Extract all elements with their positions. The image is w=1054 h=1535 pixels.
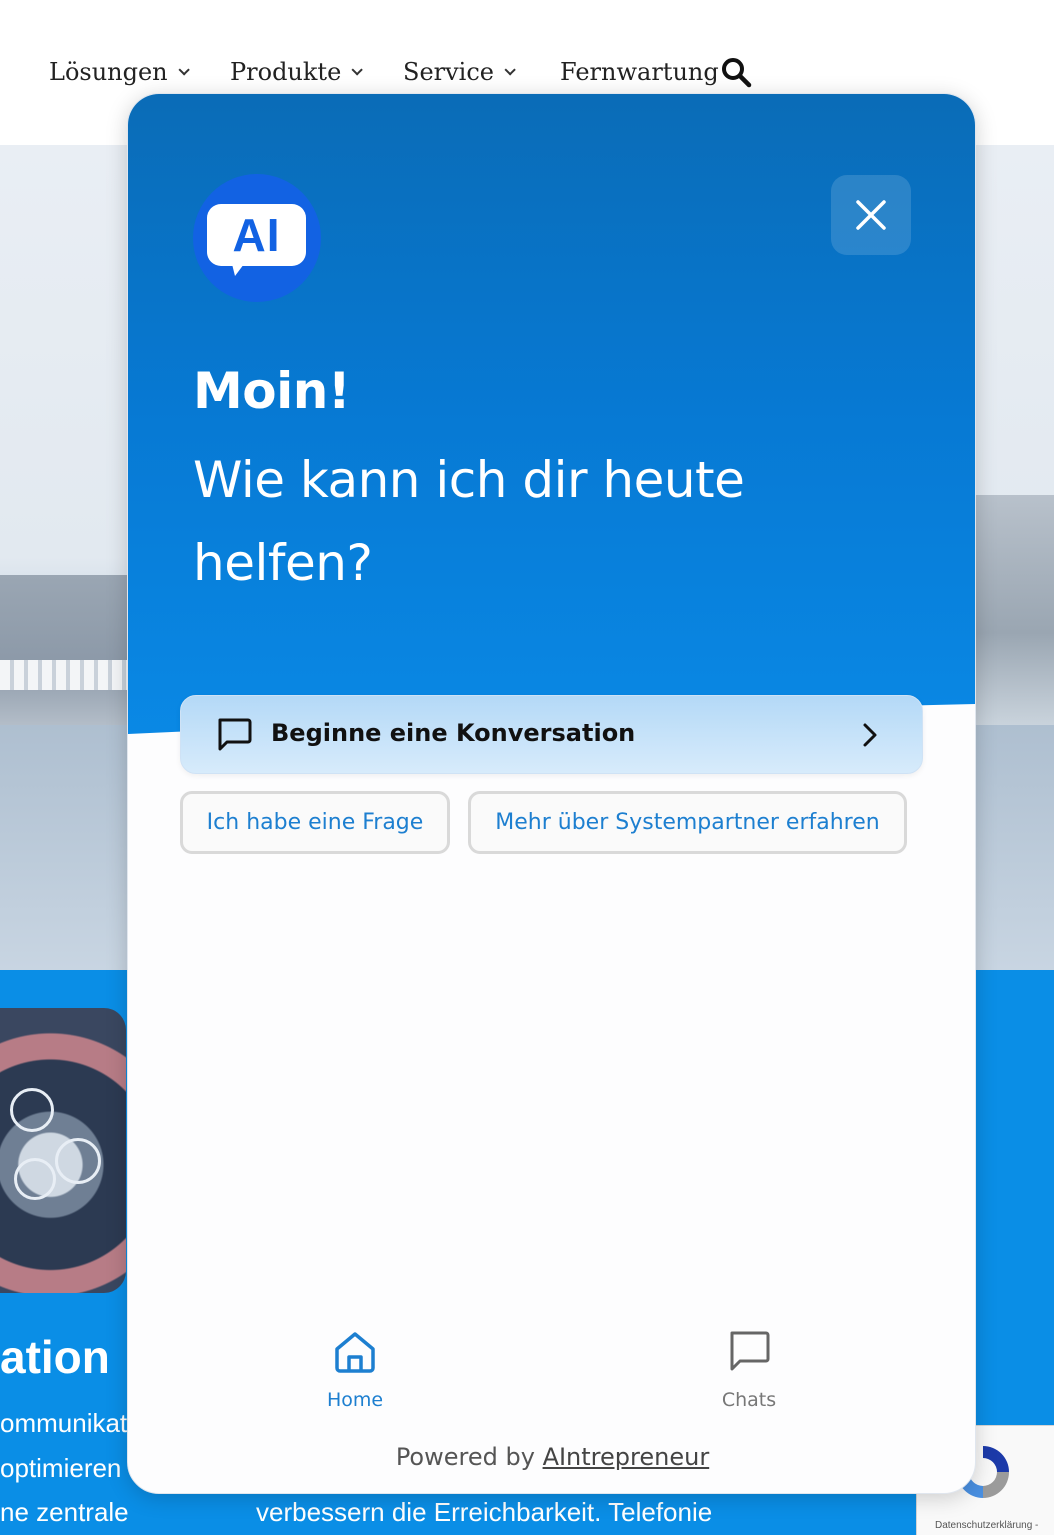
tab-home-label: Home (326, 1389, 384, 1411)
ai-logo-text: AI (232, 209, 281, 261)
nav-item-produkte[interactable]: Produkte (230, 54, 364, 90)
hero-water-right (975, 725, 1054, 970)
section-photo (0, 1008, 126, 1293)
tab-chats-label: Chats (721, 1389, 777, 1411)
chevron-down-icon (504, 64, 516, 76)
quick-reply-systempartner[interactable]: Mehr über Systempartner erfahren (468, 791, 907, 854)
section-heading: ation (0, 1331, 110, 1383)
powered-by-prefix: Powered by (395, 1443, 535, 1471)
tab-chats[interactable]: Chats (689, 1329, 809, 1419)
chat-icon (730, 1331, 770, 1371)
nav-item-label: Service (403, 58, 494, 86)
ai-logo-bubble: AI (207, 204, 306, 266)
hero-water-left (0, 725, 130, 970)
start-conversation-label: Beginne eine Konversation (271, 719, 636, 747)
nav-item-label: Produkte (230, 58, 342, 86)
hero-tents (0, 660, 130, 690)
greeting-subtitle: Wie kann ich dir heute helfen? (193, 451, 745, 592)
gear-icon (10, 1088, 54, 1132)
recaptcha-footer[interactable]: Datenschutzerklärung - (935, 1520, 1038, 1531)
nav-item-service[interactable]: Service (403, 54, 516, 90)
quick-reply-question[interactable]: Ich habe eine Frage (180, 791, 450, 854)
greeting-title: Moin! (193, 362, 351, 420)
close-button[interactable] (831, 175, 911, 255)
powered-by: Powered by AIntrepreneur (128, 1443, 975, 1471)
ai-logo: AI (193, 174, 321, 302)
chat-widget: AI Moin! Wie kann ich dir heute helfen? … (127, 93, 976, 1494)
hero-skyline-right (975, 495, 1054, 725)
close-icon (856, 200, 886, 230)
search-icon[interactable] (720, 56, 752, 88)
hero-skyline-left (0, 575, 130, 725)
message-square-icon (218, 718, 252, 751)
chevron-down-icon (351, 64, 364, 76)
nav-item-loesungen[interactable]: Lösungen (49, 54, 190, 90)
chevron-down-icon (178, 64, 190, 76)
section-text-line: ne zentrale (0, 1497, 129, 1527)
section-text-line: ommunikati (0, 1408, 133, 1438)
nav-item-label: Fernwartung (560, 58, 719, 86)
nav-item-fernwartung[interactable]: Fernwartung (560, 54, 719, 90)
nav-item-label: Lösungen (49, 58, 168, 86)
start-conversation-button[interactable]: Beginne eine Konversation (180, 695, 923, 774)
powered-by-link[interactable]: AIntrepreneur (543, 1443, 710, 1471)
gear-icon (14, 1158, 56, 1200)
home-icon (335, 1332, 375, 1373)
gear-icon (55, 1138, 101, 1184)
section-text-line: verbessern die Erreichbarkeit. Telefonie (256, 1497, 713, 1527)
ai-logo-tail (231, 260, 247, 276)
section-text-line: optimieren S (0, 1453, 146, 1483)
tab-home[interactable]: Home (295, 1329, 415, 1419)
chevron-right-icon (863, 723, 877, 747)
